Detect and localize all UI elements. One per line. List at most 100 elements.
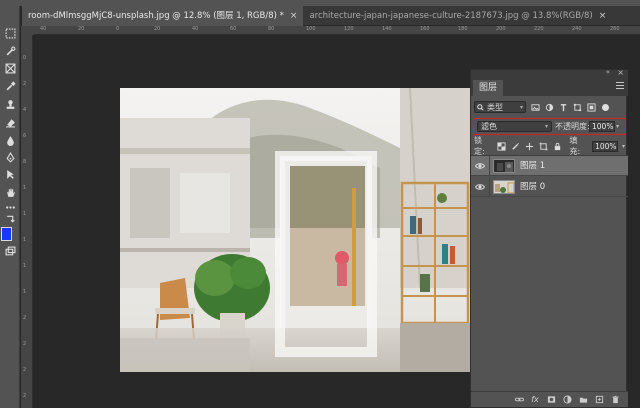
- horizontal-ruler: 40 20 0 20 40 60 80 100 120 140 160 180 200 220 240 260…: [34, 26, 640, 35]
- layer-name: 图层 0: [520, 182, 546, 192]
- panel-tab-bar: 图层: [471, 78, 628, 96]
- foreground-color-swatch[interactable]: [1, 227, 12, 241]
- opacity-label: 不透明度:: [555, 122, 590, 131]
- ruler-tick-label: 140: [382, 26, 392, 32]
- ruler-tick-label: 0: [23, 55, 27, 61]
- search-icon: [477, 103, 484, 111]
- ruler-tick-label: 2: [23, 393, 27, 399]
- new-layer-icon[interactable]: [594, 395, 604, 405]
- tab-architecture-document[interactable]: architecture-japan-japanese-culture-2187…: [303, 6, 612, 26]
- layer-row-layer-1[interactable]: 图层 1: [471, 156, 628, 176]
- layer-thumbnail: [493, 180, 515, 194]
- filter-kind-label: 类型: [487, 102, 503, 112]
- lock-label: 锁定:: [474, 136, 485, 156]
- close-icon[interactable]: ×: [617, 68, 624, 77]
- close-icon[interactable]: ×: [599, 6, 607, 26]
- ruler-tick-label: 220: [534, 26, 544, 32]
- quick-select-icon[interactable]: [2, 44, 18, 58]
- tab-layers[interactable]: 图层: [473, 80, 504, 96]
- shape-filter-icon[interactable]: [572, 102, 582, 112]
- path-select-icon[interactable]: [2, 167, 18, 181]
- fill-input[interactable]: 100%: [592, 140, 619, 152]
- eraser-icon[interactable]: [2, 115, 18, 129]
- filter-kind-select[interactable]: 类型 ▾: [474, 101, 526, 113]
- blur-icon[interactable]: [2, 133, 18, 147]
- image-filter-icon[interactable]: [530, 102, 540, 112]
- panel-bottom-bar: fx: [471, 391, 628, 407]
- lock-artboard-icon[interactable]: [539, 141, 549, 151]
- ruler-tick-label: 260: [610, 26, 620, 32]
- tab-room-document[interactable]: room-dMlmsggMjC8-unsplash.jpg @ 12.8% (图…: [22, 6, 304, 26]
- ruler-tick-label: 2: [23, 341, 27, 347]
- visibility-eye-icon[interactable]: [475, 161, 485, 171]
- collapse-icon[interactable]: «: [606, 68, 610, 76]
- stamp-icon[interactable]: [2, 97, 18, 111]
- adjustment-filter-icon[interactable]: [544, 102, 554, 112]
- marquee-icon[interactable]: [2, 26, 18, 40]
- lock-row: 锁定: 填充: 100% ▾: [474, 136, 625, 156]
- chevron-down-icon[interactable]: ▾: [616, 121, 624, 132]
- close-icon[interactable]: ×: [290, 6, 298, 26]
- chevron-down-icon[interactable]: ▾: [622, 143, 625, 150]
- filter-toggle-icon[interactable]: [602, 103, 609, 111]
- visibility-eye-icon[interactable]: [475, 182, 485, 192]
- pen-icon[interactable]: [2, 150, 18, 164]
- ruler-tick-label: 2: [23, 315, 27, 321]
- lock-position-icon[interactable]: [525, 141, 535, 151]
- layers-panel: « × 图层 类型 ▾ 滤色 ▾ 不透明度: 100% ▾ 锁定: 填充: 10…: [470, 68, 628, 408]
- blend-mode-value: 滤色: [481, 122, 497, 131]
- ruler-tick-label: 4: [23, 107, 27, 113]
- ruler-tick-label: 160: [420, 26, 430, 32]
- mask-icon[interactable]: [546, 395, 556, 405]
- ruler-tick-label: 80: [268, 26, 275, 32]
- opacity-input[interactable]: 100%: [589, 121, 615, 132]
- ruler-tick-label: 100: [306, 26, 316, 32]
- ruler-tick-label: 1: [23, 237, 27, 243]
- eyedropper-icon[interactable]: [2, 79, 18, 93]
- document-tab-bar: room-dMlmsggMjC8-unsplash.jpg @ 12.8% (图…: [22, 6, 640, 26]
- ruler-tick-label: 6: [23, 133, 27, 139]
- document-canvas-image[interactable]: [120, 88, 470, 372]
- lock-transparent-icon[interactable]: [497, 141, 507, 151]
- tab-label: room-dMlmsggMjC8-unsplash.jpg @ 12.8% (图…: [28, 11, 284, 21]
- ruler-tick-label: 1: [23, 185, 27, 191]
- ruler-tick-label: 60: [230, 26, 237, 32]
- tab-label: architecture-japan-japanese-culture-2187…: [309, 11, 593, 21]
- ruler-tick-label: 1: [23, 263, 27, 269]
- blend-mode-select[interactable]: 滤色 ▾: [477, 121, 552, 132]
- ruler-tick-label: 120: [344, 26, 354, 32]
- ruler-tick-label: 0: [116, 26, 120, 32]
- ruler-tick-label: 180: [458, 26, 468, 32]
- ruler-tick-label: 20: [78, 26, 85, 32]
- smart-object-filter-icon[interactable]: [586, 102, 596, 112]
- swap-icon[interactable]: [2, 213, 18, 223]
- ruler-tick-label: 20: [154, 26, 161, 32]
- vertical-ruler: 0 2 4 6 8 1 1 1 1 1 2 2 2 2: [21, 35, 33, 408]
- adjustment-icon[interactable]: [562, 395, 572, 405]
- fill-label: 填充:: [569, 136, 581, 156]
- ruler-tick-label: 240: [572, 26, 582, 32]
- type-filter-icon[interactable]: [558, 102, 568, 112]
- group-icon[interactable]: [578, 395, 588, 405]
- layer-row-layer-0[interactable]: 图层 0: [471, 177, 628, 197]
- hand-icon[interactable]: [2, 185, 18, 199]
- blend-opacity-highlight: 滤色 ▾ 不透明度: 100% ▾: [473, 118, 626, 135]
- link-icon[interactable]: [514, 395, 524, 405]
- lock-all-icon[interactable]: [553, 141, 563, 151]
- fx-icon[interactable]: fx: [530, 395, 540, 405]
- ruler-tick-label: 1: [23, 289, 27, 295]
- ruler-tick-label: 1: [23, 211, 27, 217]
- tools-toolbar: [0, 6, 20, 408]
- layer-thumbnail: [493, 159, 515, 173]
- ruler-tick-label: 40: [40, 26, 47, 32]
- frame-icon[interactable]: [2, 61, 18, 75]
- lock-pixels-icon[interactable]: [511, 141, 521, 151]
- panel-menu-icon[interactable]: [616, 82, 624, 90]
- screen-mode-icon[interactable]: [2, 244, 18, 258]
- ruler-tick-label: 2: [23, 81, 27, 87]
- ruler-tick-label: 200: [496, 26, 506, 32]
- ruler-tick-label: 2: [23, 367, 27, 373]
- trash-icon[interactable]: [610, 395, 620, 405]
- panel-topbar: « ×: [471, 68, 628, 78]
- layer-filter-row: 类型 ▾: [474, 100, 625, 114]
